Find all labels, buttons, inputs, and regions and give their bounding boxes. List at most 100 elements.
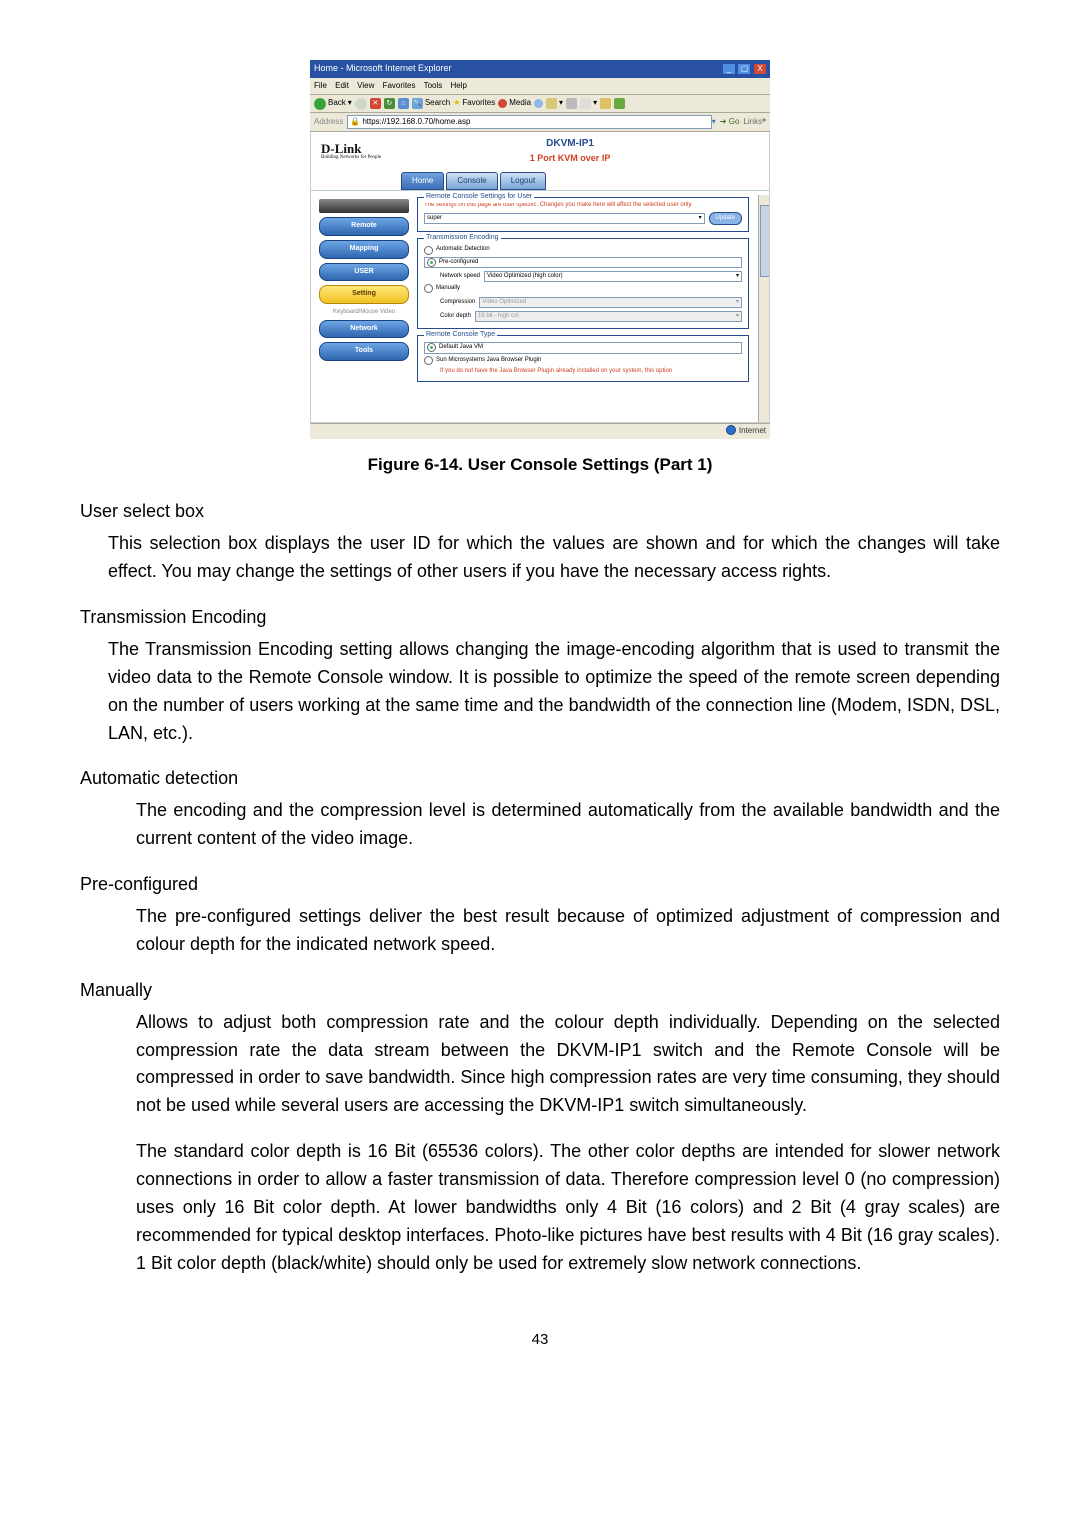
sidebar-thumb-image	[319, 199, 409, 213]
history-button[interactable]	[534, 99, 543, 108]
body-text: The Transmission Encoding setting allows…	[108, 636, 1000, 748]
radio-icon	[424, 356, 433, 365]
section-color-depth: The standard color depth is 16 Bit (6553…	[80, 1138, 1000, 1277]
tab-console[interactable]: Console	[446, 172, 497, 190]
chevron-down-icon: ▾	[736, 272, 739, 281]
banner: D-Link Building Networks for People DKVM…	[311, 132, 769, 167]
update-button[interactable]: Update	[709, 212, 742, 225]
chevron-down-icon: ▾	[699, 214, 702, 223]
menu-edit[interactable]: Edit	[335, 81, 349, 90]
figure-wrap: Home - Microsoft Internet Explorer _ ▢ X…	[80, 60, 1000, 478]
menu-favorites[interactable]: Favorites	[383, 81, 416, 90]
menu-help[interactable]: Help	[451, 81, 467, 90]
main-panel: Remote Console Settings for User The set…	[413, 195, 769, 422]
sidebar-network[interactable]: Network	[319, 320, 409, 339]
radio-pre[interactable]: Pre-configured	[424, 257, 742, 268]
close-icon[interactable]: X	[754, 64, 766, 74]
internet-icon	[726, 425, 736, 435]
body-text: Allows to adjust both compression rate a…	[136, 1009, 1000, 1121]
links-label[interactable]: Links	[743, 116, 762, 128]
tab-logout[interactable]: Logout	[500, 172, 546, 190]
product-name: DKVM-IP1	[381, 136, 759, 152]
address-input[interactable]: 🔒 https://192.168.0.70/home.asp	[347, 115, 711, 129]
radio-sun-java[interactable]: Sun Microsystems Java Browser Plugin	[424, 356, 742, 365]
favorites-button[interactable]: ★Favorites	[453, 97, 495, 109]
media-button[interactable]: Media	[498, 97, 531, 109]
network-speed-select[interactable]: Video Optimized (high color) ▾	[484, 271, 742, 282]
radio-auto[interactable]: Automatic Detection	[424, 245, 742, 254]
scroll-thumb[interactable]	[760, 205, 769, 277]
titlebar-text: Home - Microsoft Internet Explorer	[314, 62, 452, 76]
product-subtitle: 1 Port KVM over IP	[381, 152, 759, 166]
heading: Pre-configured	[80, 871, 1000, 899]
legend-user: Remote Console Settings for User	[424, 192, 534, 203]
heading: Manually	[80, 977, 1000, 1005]
go-button[interactable]: ➔ Go	[720, 116, 740, 128]
menu-tools[interactable]: Tools	[424, 81, 443, 90]
edit-button[interactable]: ▾	[580, 97, 597, 109]
heading: Transmission Encoding	[80, 604, 1000, 632]
maximize-icon[interactable]: ▢	[738, 64, 750, 74]
address-bar: Address 🔒 https://192.168.0.70/home.asp …	[310, 113, 770, 132]
heading: User select box	[80, 498, 1000, 526]
menubar[interactable]: File Edit View Favorites Tools Help	[310, 78, 770, 94]
discuss-button[interactable]	[600, 98, 611, 109]
radio-icon	[427, 343, 436, 352]
messenger-button[interactable]	[614, 98, 625, 109]
toolbar[interactable]: Back▾ ✕ ↻ ⌂ 🔍Search ★Favorites Media ▾ ▾	[310, 94, 770, 112]
search-button[interactable]: 🔍Search	[412, 97, 450, 109]
sidebar-tools[interactable]: Tools	[319, 342, 409, 361]
fs1-text: The settings on this page are user speci…	[424, 202, 742, 209]
color-depth-label: Color depth	[440, 312, 471, 321]
section-pre-configured: Pre-configured The pre-configured settin…	[80, 871, 1000, 959]
window-buttons[interactable]: _ ▢ X	[722, 62, 766, 76]
radio-icon	[427, 258, 436, 267]
minimize-icon[interactable]: _	[723, 64, 735, 74]
statusbar: Internet	[310, 423, 770, 438]
page-number: 43	[80, 1328, 1000, 1351]
print-button[interactable]	[566, 98, 577, 109]
forward-button[interactable]	[355, 98, 367, 110]
menu-file[interactable]: File	[314, 81, 327, 90]
compression-select: Video Optimized ▾	[479, 297, 742, 308]
links-chevron-icon[interactable]: »	[762, 116, 766, 127]
brand-logo: D-Link Building Networks for People	[321, 142, 381, 160]
scrollbar[interactable]	[758, 195, 769, 422]
chevron-down-icon: ▾	[736, 312, 739, 321]
user-select[interactable]: super ▾	[424, 213, 705, 224]
radio-manual[interactable]: Manually	[424, 284, 742, 293]
sidebar-kb-label: Keyboard/Mouse Video	[319, 308, 409, 319]
fieldset-console-type: Remote Console Type Default Java VM Sun …	[417, 335, 749, 382]
body-text: The pre-configured settings deliver the …	[136, 903, 1000, 959]
section-transmission-encoding: Transmission Encoding The Transmission E…	[80, 604, 1000, 747]
section-automatic-detection: Automatic detection The encoding and the…	[80, 765, 1000, 853]
sidebar-setting[interactable]: Setting	[319, 285, 409, 304]
go-dropdown-icon[interactable]: ▾	[712, 116, 716, 128]
stop-button[interactable]: ✕	[370, 98, 381, 109]
legend-console-type: Remote Console Type	[424, 330, 497, 341]
sidebar-mapping[interactable]: Mapping	[319, 240, 409, 259]
tab-home[interactable]: Home	[401, 172, 444, 190]
legend-encoding: Transmission Encoding	[424, 233, 501, 244]
fieldset-user: Remote Console Settings for User The set…	[417, 197, 749, 232]
body-text: The encoding and the compression level i…	[136, 797, 1000, 853]
body-text: This selection box displays the user ID …	[108, 530, 1000, 586]
radio-icon	[424, 246, 433, 255]
menu-view[interactable]: View	[357, 81, 374, 90]
mail-button[interactable]: ▾	[546, 97, 563, 109]
back-button[interactable]: Back▾	[314, 97, 352, 109]
heading: Automatic detection	[80, 765, 1000, 793]
section-manually: Manually Allows to adjust both compressi…	[80, 977, 1000, 1120]
url-text: https://192.168.0.70/home.asp	[362, 116, 470, 128]
sidebar-user[interactable]: USER	[319, 263, 409, 282]
body-text: The standard color depth is 16 Bit (6553…	[136, 1138, 1000, 1277]
banner-title: DKVM-IP1 1 Port KVM over IP	[381, 136, 759, 165]
home-button[interactable]: ⌂	[398, 98, 409, 109]
window-titlebar: Home - Microsoft Internet Explorer _ ▢ X	[310, 60, 770, 78]
radio-default-java[interactable]: Default Java VM	[424, 342, 742, 353]
content-area: Remote Mapping USER Setting Keyboard/Mou…	[311, 190, 769, 422]
network-speed-label: Network speed	[440, 272, 480, 281]
sidebar-remote[interactable]: Remote	[319, 217, 409, 236]
refresh-button[interactable]: ↻	[384, 98, 395, 109]
screenshot-figure: Home - Microsoft Internet Explorer _ ▢ X…	[310, 60, 770, 439]
